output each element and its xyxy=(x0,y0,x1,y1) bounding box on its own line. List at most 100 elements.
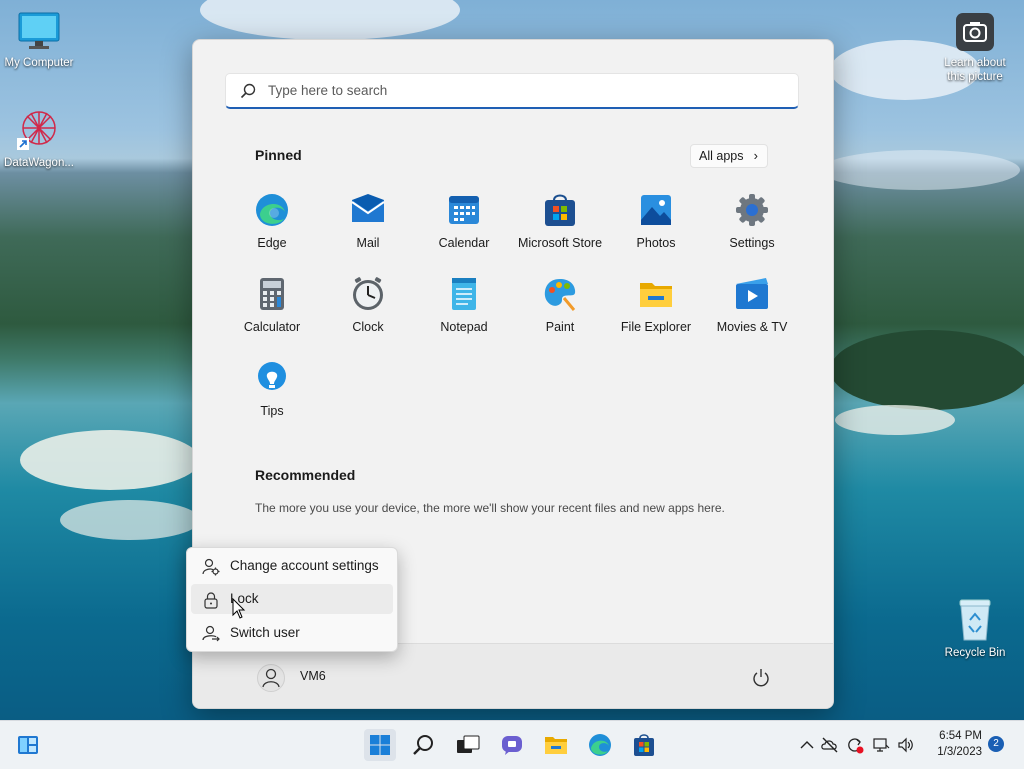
widgets-icon xyxy=(18,736,38,754)
power-button[interactable] xyxy=(749,666,773,690)
search-icon xyxy=(413,735,433,755)
notification-badge[interactable]: 2 xyxy=(988,736,1004,752)
desktop-icon-label: Recycle Bin xyxy=(944,647,1006,659)
windows-logo-icon xyxy=(370,735,390,755)
task-view-icon xyxy=(457,735,480,753)
pinned-app-microsoft-store[interactable]: Microsoft Store xyxy=(512,192,608,276)
taskbar-clock[interactable]: 6:54 PM 1/3/2023 xyxy=(926,728,982,760)
app-label: Settings xyxy=(729,236,775,250)
desktop-icon-label: My Computer xyxy=(4,57,74,69)
pinned-app-mail[interactable]: Mail xyxy=(320,192,416,276)
chevron-right-icon: › xyxy=(753,148,758,163)
calculator-icon xyxy=(254,276,290,312)
app-label: Calculator xyxy=(243,320,301,334)
chat-button[interactable] xyxy=(496,729,528,761)
camera-icon xyxy=(955,12,995,52)
task-view-button[interactable] xyxy=(452,729,484,761)
app-label: Tips xyxy=(260,404,284,418)
desktop-icon-recycle-bin[interactable]: Recycle Bin xyxy=(937,598,1013,660)
search-input[interactable]: Type here to search xyxy=(225,73,799,109)
desktop-icon-label: Learn about this picture xyxy=(944,57,1006,83)
app-label: Paint xyxy=(545,320,575,334)
menu-item-change-account-settings[interactable]: Change account settings xyxy=(191,551,393,581)
show-hidden-icons-chevron-up-icon[interactable] xyxy=(798,736,816,754)
pinned-app-paint[interactable]: Paint xyxy=(512,276,608,360)
volume-icon[interactable] xyxy=(897,736,915,754)
menu-item-label: Switch user xyxy=(230,625,300,640)
all-apps-button[interactable]: All apps › xyxy=(690,144,768,168)
user-name: VM6 xyxy=(300,669,326,683)
pinned-app-calculator[interactable]: Calculator xyxy=(224,276,320,360)
monitor-icon xyxy=(18,12,60,52)
movies-icon xyxy=(734,276,770,312)
app-label: Microsoft Store xyxy=(517,236,603,250)
app-label: Edge xyxy=(257,236,287,250)
app-label: File Explorer xyxy=(620,320,692,334)
search-icon xyxy=(240,83,256,99)
datawagon-shortcut-icon xyxy=(16,106,62,152)
pinned-app-calendar[interactable]: Calendar xyxy=(416,192,512,276)
app-label: Calendar xyxy=(438,236,490,250)
app-label: Notepad xyxy=(440,320,488,334)
menu-item-switch-user[interactable]: Switch user xyxy=(191,618,393,648)
lock-icon xyxy=(202,591,220,609)
start-button[interactable] xyxy=(364,729,396,761)
pinned-app-tips[interactable]: Tips xyxy=(224,360,320,444)
mail-icon xyxy=(350,192,386,228)
recommended-empty-text: The more you use your device, the more w… xyxy=(255,501,725,515)
app-label: Movies & TV xyxy=(716,320,788,334)
app-label: Photos xyxy=(636,236,676,250)
start-menu-footer: VM6 xyxy=(193,643,833,708)
pinned-app-notepad[interactable]: Notepad xyxy=(416,276,512,360)
taskbar-file-explorer[interactable] xyxy=(540,729,572,761)
menu-item-label: Change account settings xyxy=(230,558,379,573)
taskbar-search-button[interactable] xyxy=(408,729,440,761)
chat-icon xyxy=(502,736,522,755)
folder-icon xyxy=(638,276,674,312)
desktop-icon-learn-about-picture[interactable]: Learn about this picture xyxy=(937,12,1013,84)
sync-error-icon[interactable] xyxy=(846,736,864,754)
folder-icon xyxy=(545,737,567,754)
user-icon xyxy=(262,668,280,688)
settings-gear-icon xyxy=(734,192,770,228)
island xyxy=(830,330,1024,410)
edge-icon xyxy=(254,192,290,228)
store-icon xyxy=(542,192,578,228)
pinned-app-movies-tv[interactable]: Movies & TV xyxy=(704,276,800,360)
account-settings-icon xyxy=(202,558,220,576)
widgets-button[interactable] xyxy=(12,729,44,761)
onedrive-offline-icon[interactable] xyxy=(821,736,839,754)
avatar xyxy=(257,664,285,692)
clock-time: 6:54 PM xyxy=(939,730,982,742)
desktop-icon-datawagon[interactable]: DataWagon... xyxy=(1,106,77,170)
taskbar-edge[interactable] xyxy=(584,729,616,761)
pinned-app-photos[interactable]: Photos xyxy=(608,192,704,276)
network-icon[interactable] xyxy=(872,736,890,754)
recycle-bin-icon xyxy=(955,598,995,642)
desktop-icon-my-computer[interactable]: My Computer xyxy=(1,12,77,70)
pinned-app-clock[interactable]: Clock xyxy=(320,276,416,360)
recommended-title: Recommended xyxy=(255,467,356,483)
pinned-app-file-explorer[interactable]: File Explorer xyxy=(608,276,704,360)
pinned-title: Pinned xyxy=(255,147,302,163)
app-label: Clock xyxy=(352,320,384,334)
power-icon xyxy=(753,669,769,687)
account-context-menu: Change account settings Lock Switch user xyxy=(186,547,398,652)
switch-user-icon xyxy=(202,625,220,643)
store-icon xyxy=(634,734,654,756)
cloud xyxy=(820,150,1020,190)
tips-bulb-icon xyxy=(254,360,290,396)
clock-date: 1/3/2023 xyxy=(937,746,982,758)
cloud xyxy=(200,0,460,40)
sandbar xyxy=(835,405,955,435)
photos-icon xyxy=(638,192,674,228)
pinned-app-edge[interactable]: Edge xyxy=(224,192,320,276)
app-label: Mail xyxy=(356,236,380,250)
mouse-cursor-icon xyxy=(232,597,246,620)
paint-icon xyxy=(542,276,578,312)
pinned-app-settings[interactable]: Settings xyxy=(704,192,800,276)
sandbar xyxy=(20,430,200,490)
taskbar-microsoft-store[interactable] xyxy=(628,729,660,761)
taskbar: 6:54 PM 1/3/2023 2 xyxy=(0,720,1024,769)
menu-item-lock[interactable]: Lock xyxy=(191,584,393,614)
